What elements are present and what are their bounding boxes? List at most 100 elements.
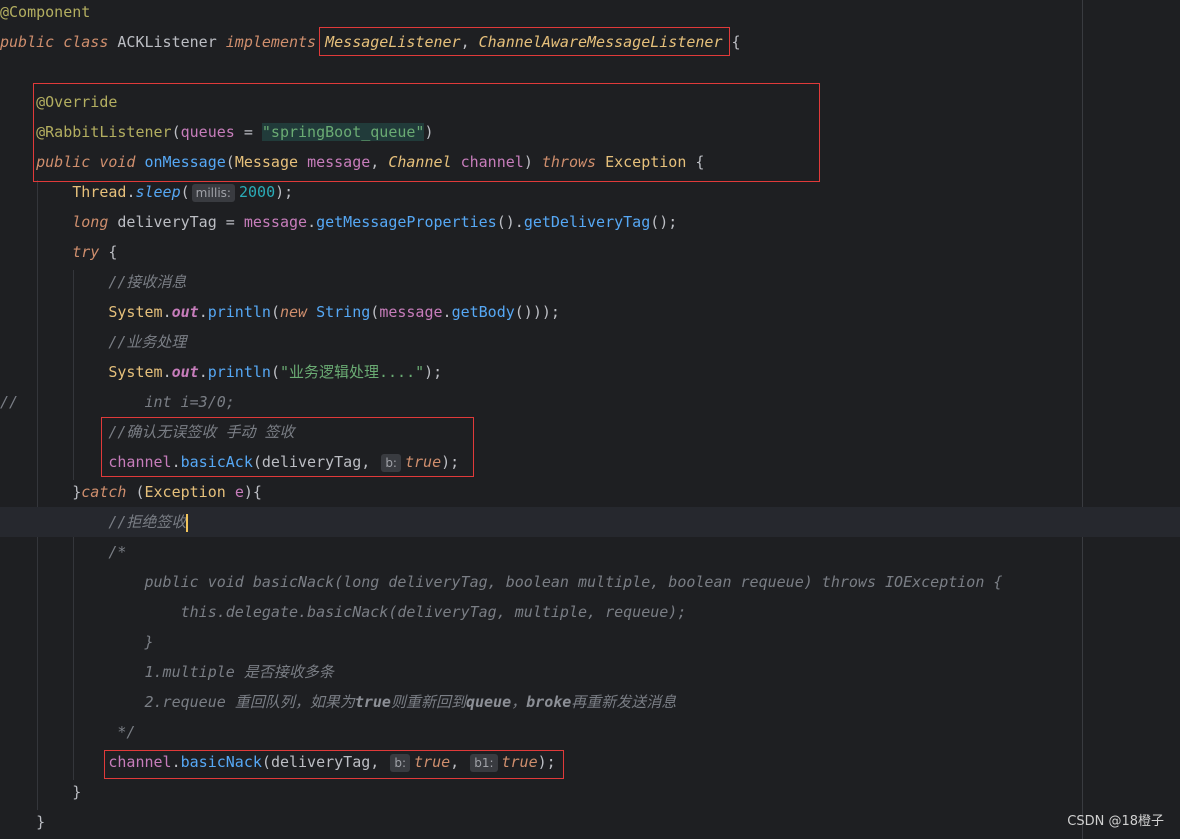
method-call: sleep [135,183,181,201]
comment: 1.multiple [144,663,235,681]
boolean-literal: true [414,753,451,771]
code-line[interactable]: } [0,807,1180,837]
code-line[interactable]: //业务处理 [0,327,1180,357]
comment: 则重新回到 [390,693,466,711]
keyword: try [72,243,100,261]
code-line[interactable]: 1.multiple 是否接收多条 [0,657,1180,687]
interface-name: ChannelAwareMessageListener [478,33,723,51]
code-line[interactable]: @Override [0,87,1180,117]
comment: queue [465,693,512,711]
param-ref: message [379,303,443,321]
comment: //业务处理 [108,333,187,351]
number-literal: 2000 [238,183,276,201]
code-line[interactable]: public void onMessage(Message message, C… [0,147,1180,177]
param-ref: channel [108,753,172,771]
variable: deliveryTag [270,753,371,771]
code-line[interactable]: //确认无误签收 手动 签收 [0,417,1180,447]
string-literal: "springBoot_queue" [261,123,425,141]
punctuation: { [722,33,741,51]
boolean-literal: true [404,453,442,471]
param-hint: b1: [470,753,498,772]
param-hint: b: [390,753,411,772]
comment: } [144,633,154,651]
keyword: catch [81,483,127,501]
comment: public void basicNack(long deliveryTag, … [144,573,1003,591]
comment: true [354,693,391,711]
keyword: throws [541,153,597,171]
comment: 是否接收多条 [243,663,334,681]
type-name: Channel [388,153,452,171]
param-ref: channel [108,453,172,471]
static-field: out [171,363,199,381]
keyword: implements [225,33,317,51]
annotation: @Override [36,93,118,111]
code-line[interactable]: //接收消息 [0,267,1180,297]
code-line[interactable]: 2.requeue 重回队列，如果为true则重新回到queue，broke再重… [0,687,1180,717]
annotation: @RabbitListener [36,123,172,141]
method-call: basicNack [180,753,262,771]
code-line[interactable]: public void basicNack(long deliveryTag, … [0,567,1180,597]
method-call: println [207,303,271,321]
comment: //拒绝签收 [108,513,187,531]
operator: = [234,123,262,141]
code-line-current[interactable]: //拒绝签收 [0,507,1180,537]
comment: broke [526,693,572,711]
method-call: basicAck [180,453,253,471]
comment-marker: // [0,393,19,411]
variable: deliveryTag [117,213,217,231]
comment: //确认无误签收 手动 签收 [108,423,295,441]
interface-name: MessageListener [325,33,461,51]
code-line[interactable]: @Component [0,0,1180,27]
commented-code: int i=3/0; [144,393,235,411]
method-name: onMessage [144,153,226,171]
comment: 再重新发送消息 [571,693,677,711]
class-name: ACKListener [117,33,217,51]
method-call: getMessageProperties [316,213,497,231]
keyword: void [99,153,136,171]
code-line[interactable]: long deliveryTag = message.getMessagePro… [0,207,1180,237]
code-line[interactable]: Thread.sleep(millis: 2000); [0,177,1180,207]
code-line[interactable]: /* [0,537,1180,567]
method-call: getDeliveryTag [523,213,651,231]
annotation-param: queues [180,123,235,141]
code-line[interactable]: System.out.println(new String(message.ge… [0,297,1180,327]
param-name: channel [460,153,524,171]
text-caret [186,513,189,532]
class-ref: System [108,303,163,321]
code-line[interactable]: // int i=3/0; [0,387,1180,417]
comment: */ [117,723,136,741]
code-line[interactable]: }catch (Exception e){ [0,477,1180,507]
code-line[interactable]: */ [0,717,1180,747]
code-line[interactable]: } [0,627,1180,657]
method-call: println [207,363,271,381]
keyword: public [36,153,91,171]
code-line[interactable]: channel.basicNack(deliveryTag, b: true, b… [0,747,1180,777]
comment: //接收消息 [108,273,187,291]
code-line[interactable]: public class ACKListener implements Mess… [0,27,1180,57]
class-ref: Thread [72,183,127,201]
param-ref: message [243,213,308,231]
static-field: out [171,303,199,321]
code-line[interactable]: try { [0,237,1180,267]
comment: ， [511,693,527,711]
code-editor[interactable]: @Component public class ACKListener impl… [0,0,1180,839]
watermark: CSDN @18橙子 [1067,814,1164,829]
code-line[interactable]: @RabbitListener(queues = "springBoot_que… [0,117,1180,147]
comment: /* [108,543,127,561]
param-hint: millis: [191,183,235,202]
class-ref: System [108,363,163,381]
code-line[interactable]: System.out.println("业务逻辑处理...."); [0,357,1180,387]
code-line[interactable]: this.delegate.basicNack(deliveryTag, mul… [0,597,1180,627]
boolean-literal: true [501,753,538,771]
punctuation: , [460,33,479,51]
code-line[interactable]: channel.basicAck(deliveryTag, b: true); [0,447,1180,477]
comment: this.delegate.basicNack(deliveryTag, mul… [180,603,687,621]
type-name: Exception [605,153,687,171]
code-line[interactable]: } [0,777,1180,807]
comment: 重回队列，如果为 [234,693,355,711]
class-ref: String [316,303,371,321]
param-name: message [307,153,371,171]
punctuation: } [72,783,82,801]
punctuation: } [36,813,46,831]
param-hint: b: [381,453,401,472]
